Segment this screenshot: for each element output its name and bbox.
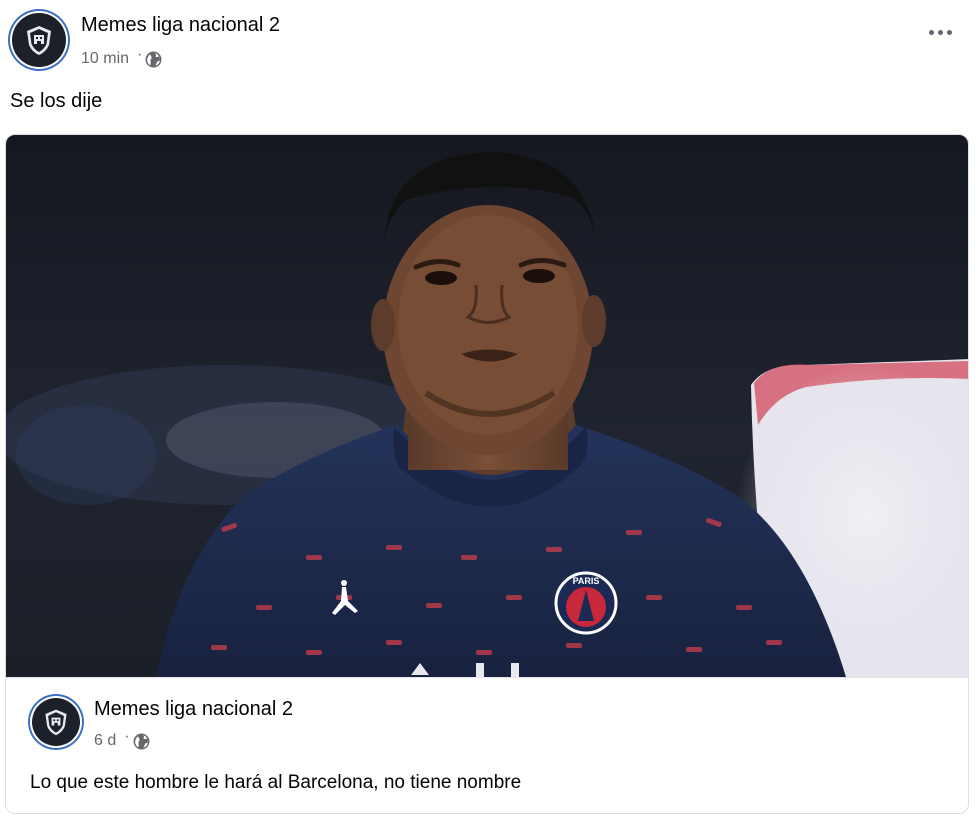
post-caption: Se los dije bbox=[10, 90, 103, 112]
more-dot bbox=[929, 30, 934, 35]
post-timestamp[interactable]: 10 min bbox=[81, 50, 129, 68]
shared-page-avatar[interactable] bbox=[32, 698, 80, 746]
shared-post-text: Lo que este hombre le hará al Barcelona,… bbox=[30, 772, 522, 793]
post-meta: 10 min · bbox=[81, 46, 162, 68]
facebook-post: Memes liga nacional 2 10 min · Se los di… bbox=[0, 0, 976, 818]
shared-post-meta: 6 d · bbox=[94, 728, 150, 750]
crest-icon bbox=[45, 709, 67, 736]
more-options-button[interactable] bbox=[927, 24, 954, 41]
page-avatar[interactable] bbox=[12, 13, 66, 67]
meta-separator: · bbox=[124, 728, 130, 745]
crest-icon bbox=[27, 26, 51, 55]
more-dot bbox=[938, 30, 943, 35]
jersey-crest-text: PARIS bbox=[573, 576, 600, 586]
globe-icon[interactable] bbox=[133, 733, 150, 750]
meta-separator: · bbox=[137, 46, 143, 63]
page-name[interactable]: Memes liga nacional 2 bbox=[81, 14, 280, 37]
shared-page-name[interactable]: Memes liga nacional 2 bbox=[94, 698, 293, 721]
shared-post-timestamp[interactable]: 6 d bbox=[94, 732, 116, 750]
globe-icon[interactable] bbox=[145, 51, 162, 68]
more-dot bbox=[947, 30, 952, 35]
post-photo[interactable]: PARIS bbox=[6, 135, 969, 677]
